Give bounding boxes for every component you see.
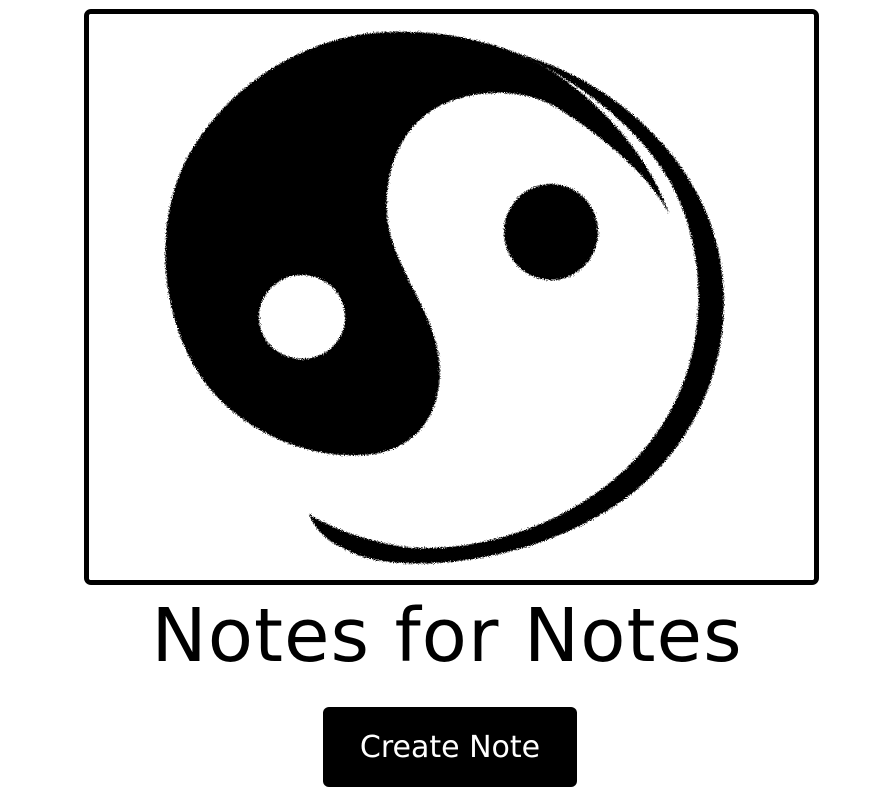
create-note-button[interactable]: Create Note [323,707,577,787]
hero-image-frame [84,9,819,585]
yin-yang-icon [89,14,814,580]
page-title: Notes for Notes [151,593,743,679]
